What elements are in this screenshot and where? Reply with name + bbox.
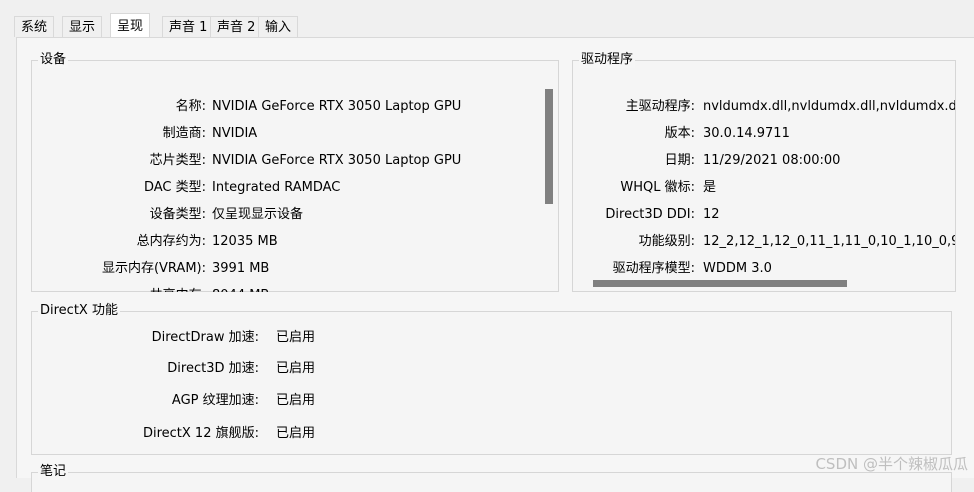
driver-row-model: 驱动程序模型: WDDM 3.0 [573, 255, 955, 279]
driver-row-ddi: Direct3D DDI: 12 [573, 201, 955, 228]
tab-sound-1[interactable]: 声音 1 [162, 16, 215, 37]
agp-value: 已启用 [276, 393, 316, 408]
directx-row-directdraw: DirectDraw 加速: 已启用 [32, 324, 432, 351]
directdraw-value: 已启用 [276, 330, 316, 345]
device-vram-value: 3991 MB [212, 261, 270, 276]
device-group-title: 设备 [38, 52, 69, 68]
dx12-ultimate-label: DirectX 12 旗舰版: [142, 426, 259, 441]
device-total-memory-label: 总内存约为: [136, 234, 206, 249]
device-row-manufacturer: 制造商: NVIDIA [32, 120, 540, 147]
tab-render[interactable]: 呈现 [110, 13, 151, 38]
driver-feature-levels-value: 12_2,12_1,12_0,11_1,11_0,10_1,10_0,9_3 [703, 234, 955, 249]
tab-sound-2[interactable]: 声音 2 [210, 16, 263, 37]
tab-display[interactable]: 显示 [62, 16, 103, 37]
driver-version-value: 30.0.14.9711 [703, 126, 790, 141]
driver-row-main-driver: 主驱动程序: nvldumdx.dll,nvldumdx.dll,nvldumd… [573, 93, 955, 120]
driver-whql-value: 是 [703, 180, 717, 195]
driver-model-value: WDDM 3.0 [703, 261, 772, 276]
driver-model-label: 驱动程序模型: [612, 261, 695, 276]
device-vram-label: 显示内存(VRAM): [101, 261, 206, 276]
device-total-memory-value: 12035 MB [212, 234, 278, 249]
directx-group: DirectX 功能 DirectDraw 加速: 已启用 Direct3D 加… [31, 303, 952, 455]
device-dac-type-value: Integrated RAMDAC [212, 180, 341, 195]
device-manufacturer-label: 制造商: [162, 126, 206, 141]
directx-row-agp: AGP 纹理加速: 已启用 [32, 387, 432, 414]
driver-whql-label: WHQL 徽标: [620, 180, 695, 195]
directx-group-title: DirectX 功能 [38, 303, 120, 319]
driver-date-label: 日期: [664, 153, 695, 168]
device-row-total-memory: 总内存约为: 12035 MB [32, 228, 540, 255]
device-shared-memory-value: 8044 MB [212, 282, 269, 292]
device-name-label: 名称: [175, 99, 206, 114]
tab-bar: 系统 显示 呈现 声音 1 声音 2 输入 [0, 0, 974, 38]
driver-main-label: 主驱动程序: [625, 99, 695, 114]
device-scrollbar-thumb[interactable] [545, 89, 553, 204]
device-group: 设备 名称: NVIDIA GeForce RTX 3050 Laptop GP… [31, 52, 559, 292]
device-info-list[interactable]: 名称: NVIDIA GeForce RTX 3050 Laptop GPU 制… [32, 83, 540, 292]
driver-ddi-label: Direct3D DDI: [605, 207, 695, 222]
driver-row-version: 版本: 30.0.14.9711 [573, 120, 955, 147]
device-row-shared-memory: 共享内存: 8044 MB [32, 282, 540, 292]
driver-date-value: 11/29/2021 08:00:00 [703, 153, 841, 168]
driver-group: 驱动程序 主驱动程序: nvldumdx.dll,nvldumdx.dll,nv… [572, 52, 956, 292]
driver-version-label: 版本: [664, 126, 695, 141]
device-row-name: 名称: NVIDIA GeForce RTX 3050 Laptop GPU [32, 93, 540, 120]
driver-ddi-value: 12 [703, 207, 720, 222]
notes-group: 笔记 [31, 464, 952, 492]
directx-row-dx12-ultimate: DirectX 12 旗舰版: 已启用 [32, 420, 432, 447]
driver-row-feature-levels: 功能级别: 12_2,12_1,12_0,11_1,11_0,10_1,10_0… [573, 228, 955, 255]
device-chip-type-label: 芯片类型: [149, 153, 206, 168]
device-dac-type-label: DAC 类型: [143, 180, 206, 195]
driver-info-list[interactable]: 主驱动程序: nvldumdx.dll,nvldumdx.dll,nvldumd… [573, 93, 955, 279]
device-chip-type-value: NVIDIA GeForce RTX 3050 Laptop GPU [212, 153, 462, 168]
driver-row-date: 日期: 11/29/2021 08:00:00 [573, 147, 955, 174]
direct3d-label: Direct3D 加速: [167, 361, 259, 376]
device-row-vram: 显示内存(VRAM): 3991 MB [32, 255, 540, 282]
device-row-device-type: 设备类型: 仅呈现显示设备 [32, 201, 540, 228]
device-device-type-value: 仅呈现显示设备 [212, 207, 304, 222]
driver-row-whql: WHQL 徽标: 是 [573, 174, 955, 201]
direct3d-value: 已启用 [276, 361, 316, 376]
device-row-chip-type: 芯片类型: NVIDIA GeForce RTX 3050 Laptop GPU [32, 147, 540, 174]
device-shared-memory-label: 共享内存: [32, 282, 206, 292]
driver-feature-levels-label: 功能级别: [638, 234, 695, 249]
dx12-ultimate-value: 已启用 [276, 426, 316, 441]
driver-hscrollbar-thumb[interactable] [593, 280, 847, 287]
device-name-value: NVIDIA GeForce RTX 3050 Laptop GPU [212, 99, 462, 114]
tab-input[interactable]: 输入 [258, 16, 299, 37]
watermark: CSDN @半个辣椒瓜瓜 [815, 455, 968, 473]
device-manufacturer-value: NVIDIA [212, 126, 258, 141]
driver-main-value: nvldumdx.dll,nvldumdx.dll,nvldumdx.dll,n… [703, 99, 955, 114]
agp-label: AGP 纹理加速: [171, 393, 259, 408]
tab-system[interactable]: 系统 [14, 16, 55, 37]
directx-row-direct3d: Direct3D 加速: 已启用 [32, 355, 432, 382]
directdraw-label: DirectDraw 加速: [151, 330, 259, 345]
driver-group-title: 驱动程序 [579, 52, 636, 68]
device-device-type-label: 设备类型: [149, 207, 206, 222]
device-row-dac-type: DAC 类型: Integrated RAMDAC [32, 174, 540, 201]
